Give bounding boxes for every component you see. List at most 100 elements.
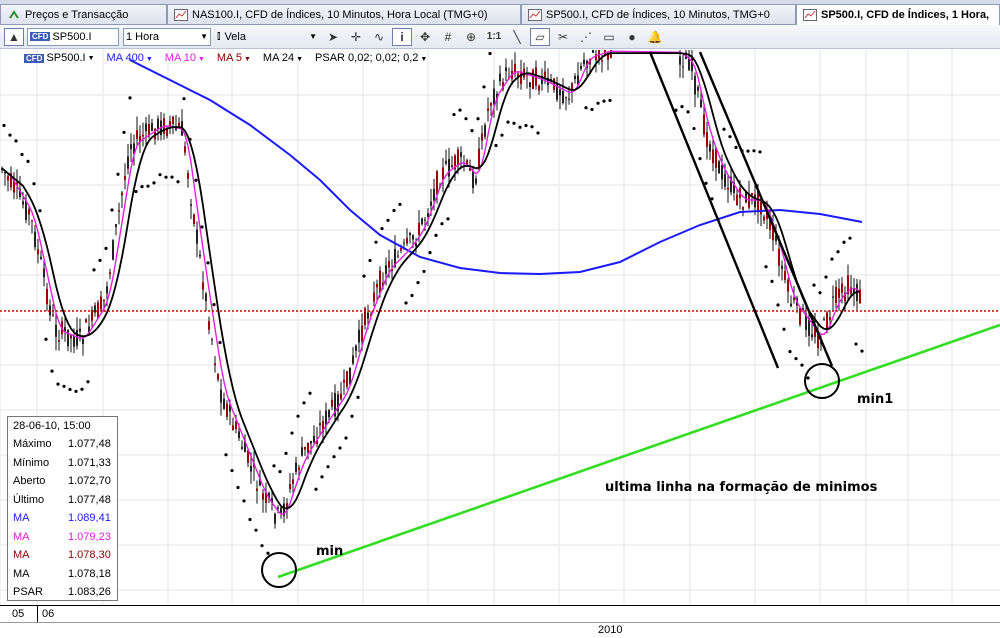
psar-dot <box>596 101 600 105</box>
candle-body <box>142 134 144 137</box>
tab-quotes[interactable]: Preços e Transacção <box>0 4 167 24</box>
psar-dot <box>746 149 750 153</box>
candle-body <box>184 146 186 153</box>
psar-dot <box>584 106 588 110</box>
delete-drawings-button[interactable]: ✂ <box>553 28 573 46</box>
candle-body <box>430 201 432 206</box>
candle-body <box>505 67 507 72</box>
candle-body <box>25 200 27 220</box>
tab-sp500-10min-chart[interactable]: SP500.I, CFD de Índices, 10 Minutos, TMG… <box>521 4 796 24</box>
zoom-label: 1:1 <box>486 31 502 42</box>
period-value: 1 Hora <box>126 30 160 43</box>
scroll-tool-button[interactable]: ✥ <box>415 28 435 46</box>
candle-body <box>688 58 690 70</box>
legend-ma24[interactable]: MA 24 ▼ <box>263 52 303 64</box>
symbol-selector[interactable]: CFD SP500.I <box>27 27 119 46</box>
candle-body <box>7 176 9 181</box>
candle-body <box>580 65 582 69</box>
candle-body <box>196 229 198 244</box>
psar-dot <box>452 112 456 117</box>
psar-dot <box>284 451 288 455</box>
tab-sp500-1h-chart[interactable]: SP500.I, CFD de Índices, 1 Hora, <box>796 4 1000 25</box>
psar-dot <box>290 431 294 435</box>
indicators-button[interactable]: ∿ <box>369 28 389 46</box>
candle-body <box>706 132 708 147</box>
psar-dot <box>194 178 198 182</box>
candle-body <box>457 149 459 166</box>
info-box-button[interactable]: i <box>392 27 412 46</box>
text-tool-button[interactable]: ▭ <box>599 28 619 46</box>
properties-button[interactable]: ● <box>622 28 642 46</box>
legend-ma5[interactable]: MA 5 ▼ <box>217 52 251 64</box>
psar-dot <box>404 301 408 305</box>
psar-dot <box>524 123 528 128</box>
legend-ma400[interactable]: MA 400 ▼ <box>107 52 153 64</box>
tab-nas100-chart[interactable]: NAS100.I, CFD de Índices, 10 Minutos, Ho… <box>167 4 521 24</box>
psar-dot <box>836 250 840 254</box>
chevron-down-icon: ▼ <box>243 56 251 63</box>
data-window-row: Mínimo 1.071,33 <box>8 454 117 473</box>
legend-ma10[interactable]: MA 10 ▼ <box>165 52 205 64</box>
candle-body <box>82 339 84 345</box>
alert-button[interactable]: 🔔 <box>645 28 665 46</box>
candle-body <box>445 160 447 164</box>
eraser-button[interactable]: ▱ <box>530 27 550 46</box>
legend-psar[interactable]: PSAR 0,02; 0,02; 0,2 ▼ <box>315 52 427 64</box>
psar-dot <box>434 233 438 237</box>
psar-dot <box>530 125 534 129</box>
collapse-button[interactable]: ▲ <box>4 27 24 46</box>
annotation-trend-note: ultima linha na formação de minimos <box>605 480 878 495</box>
psar-dot <box>860 349 864 353</box>
psar-dot <box>842 240 846 244</box>
psar-dot <box>302 401 306 405</box>
candle-body <box>490 103 492 106</box>
grid-button[interactable]: # <box>438 28 458 46</box>
candle-body <box>238 431 240 439</box>
psar-dot <box>848 236 852 240</box>
candle-body <box>79 328 81 332</box>
psar-dot <box>482 85 486 89</box>
candle-body <box>418 222 420 235</box>
candle-body <box>601 60 603 62</box>
psar-dot <box>320 475 324 479</box>
candle-body <box>226 403 228 417</box>
zoom-reset-button[interactable]: 1:1 <box>484 28 504 46</box>
line-tool-button[interactable]: ╲ <box>507 28 527 46</box>
candle-body <box>55 324 57 337</box>
psar-dot <box>830 257 834 261</box>
candle-body <box>682 66 684 68</box>
psar-dot <box>230 468 234 473</box>
cursor-tool-button[interactable]: ➤ <box>323 28 343 46</box>
cfd-badge: CFD <box>30 32 51 41</box>
fibonacci-button[interactable]: ⋰ <box>576 28 596 46</box>
candle-body <box>46 288 48 305</box>
candle-body <box>280 507 282 513</box>
psar-dot <box>392 208 396 213</box>
psar-dot <box>110 208 114 212</box>
chart-icon <box>174 8 188 21</box>
legend-symbol[interactable]: CFD SP500.I ▼ <box>24 52 95 64</box>
period-select[interactable]: 1 Hora ▼ <box>123 27 211 46</box>
psar-dot <box>458 108 462 112</box>
data-window-row: Último 1.077,48 <box>8 491 117 510</box>
psar-dot <box>440 222 444 226</box>
candle-body <box>145 123 147 132</box>
chart-type-select[interactable]: ⫾ Vela ▼ <box>215 28 319 46</box>
candle-body <box>448 159 450 177</box>
psar-dot <box>26 159 30 163</box>
price-chart[interactable] <box>0 49 1000 605</box>
psar-dot <box>428 251 432 255</box>
crosshair-tool-button[interactable]: ✛ <box>346 28 366 46</box>
candle-body <box>790 303 792 307</box>
data-window-label: MA <box>13 567 30 580</box>
psar-dot <box>212 303 216 307</box>
data-window-row: MA 1.089,41 <box>8 509 117 528</box>
psar-dot <box>122 130 126 134</box>
zoom-in-button[interactable]: ⊕ <box>461 28 481 46</box>
candle-body <box>481 133 483 141</box>
psar-dot <box>344 436 348 440</box>
data-window-label: Aberto <box>13 475 46 488</box>
chevron-down-icon: ▼ <box>197 56 205 63</box>
candle-body <box>310 441 312 444</box>
candle-body <box>343 379 345 383</box>
